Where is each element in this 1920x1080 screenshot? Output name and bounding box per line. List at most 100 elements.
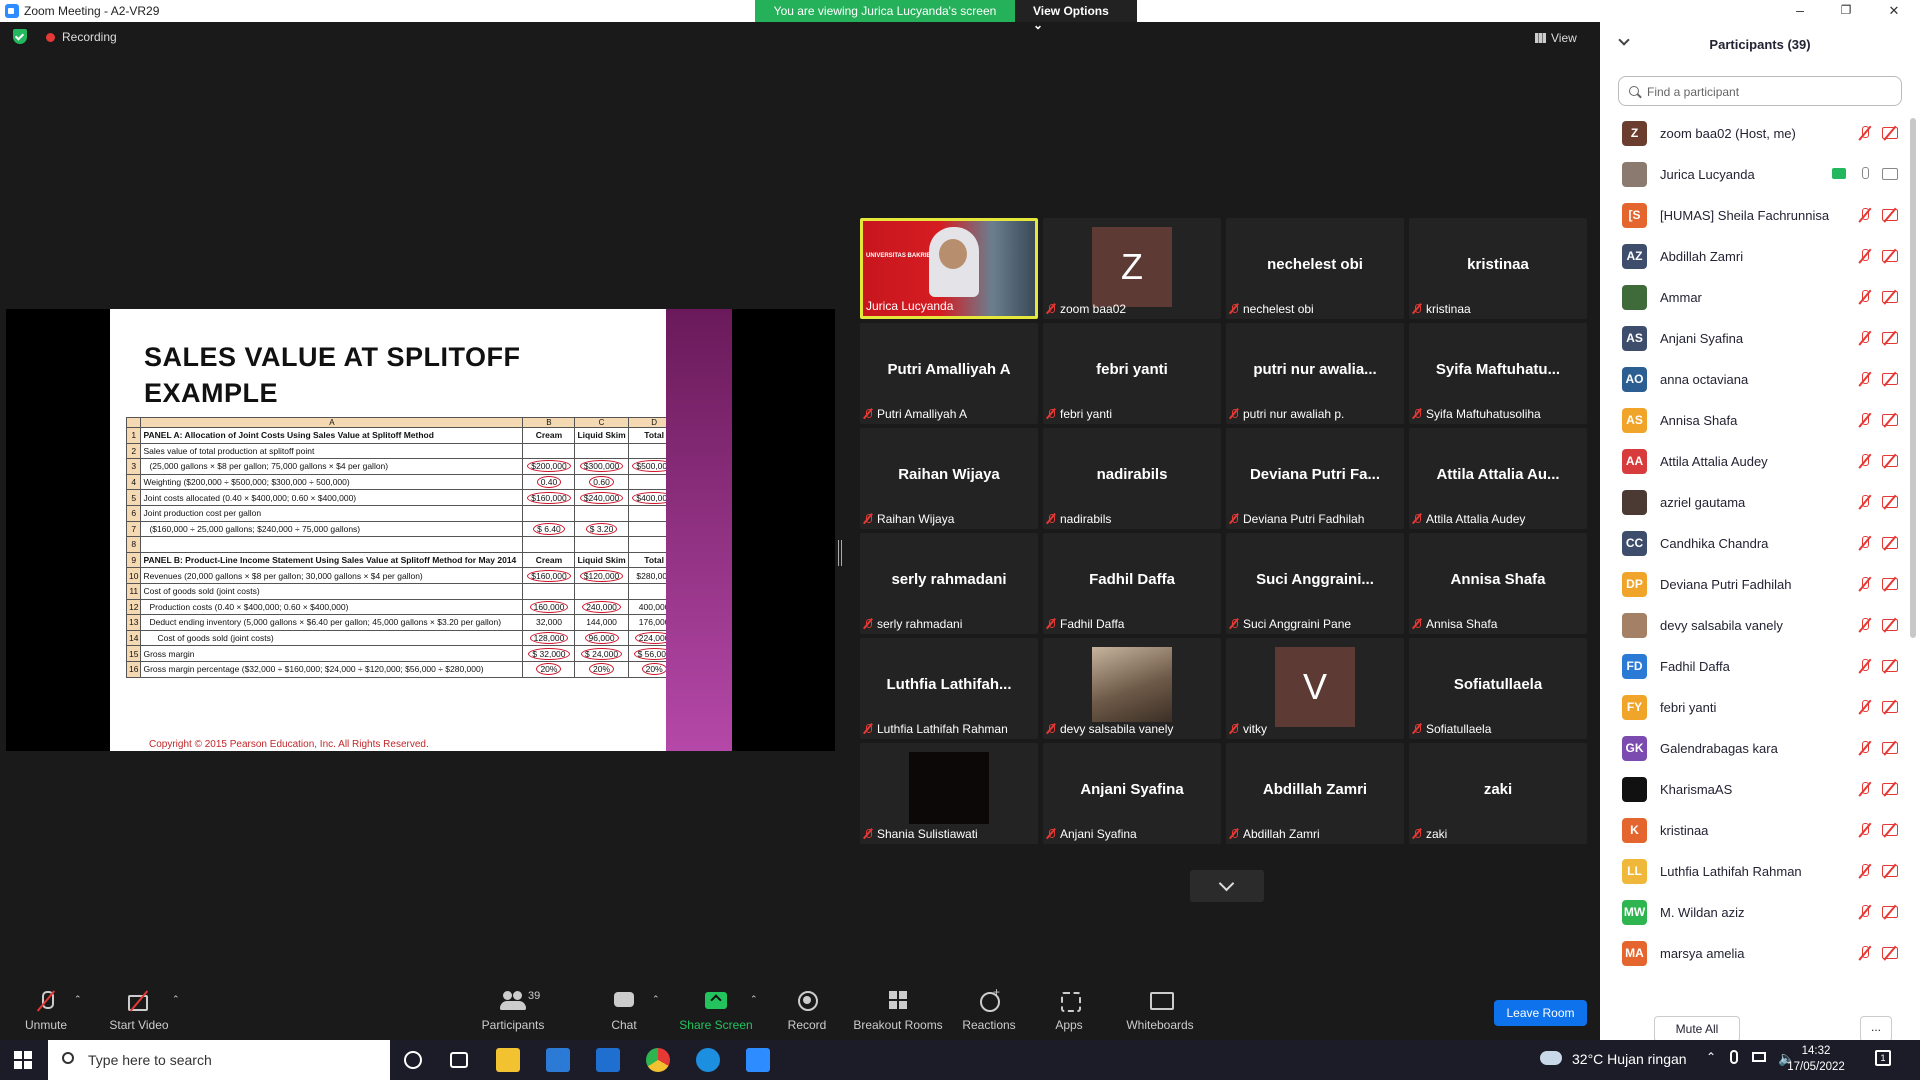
video-tile[interactable]: putri nur awalia... putri nur awaliah p. [1226, 323, 1404, 424]
video-tile[interactable]: serly rahmadani serly rahmadani [860, 533, 1038, 634]
teamviewer-icon[interactable] [696, 1048, 720, 1072]
camera-off-icon[interactable] [1882, 332, 1898, 344]
start-video-button[interactable]: Start Video [106, 990, 172, 1032]
participant-row[interactable]: CC Candhika Chandra [1600, 523, 1910, 564]
mic-muted-icon[interactable] [1858, 536, 1872, 550]
video-tile[interactable]: devy salsabila vanely [1043, 638, 1221, 739]
participant-row[interactable]: GK Galendrabagas kara [1600, 728, 1910, 769]
video-tile[interactable]: Deviana Putri Fa... Deviana Putri Fadhila… [1226, 428, 1404, 529]
file-explorer-icon[interactable] [496, 1048, 520, 1072]
mic-muted-icon[interactable] [1858, 823, 1872, 837]
mic-muted-icon[interactable] [1858, 413, 1872, 427]
camera-off-icon[interactable] [1882, 947, 1898, 959]
camera-off-icon[interactable] [1882, 783, 1898, 795]
taskbar-clock[interactable]: 14:32 17/05/2022 [1780, 1043, 1852, 1075]
mic-muted-icon[interactable] [1858, 331, 1872, 345]
participant-row[interactable]: MA marsya amelia [1600, 933, 1910, 974]
video-options-caret[interactable]: ⌃ [172, 994, 180, 1005]
next-page-button[interactable] [1190, 870, 1264, 902]
participant-row[interactable]: FD Fadhil Daffa [1600, 646, 1910, 687]
network-icon[interactable] [1752, 1052, 1766, 1062]
video-tile[interactable]: Raihan Wijaya Raihan Wijaya [860, 428, 1038, 529]
participant-row[interactable]: KharismaAS [1600, 769, 1910, 810]
weather-text[interactable]: 32°C Hujan ringan [1572, 1051, 1687, 1067]
camera-off-icon[interactable] [1882, 865, 1898, 877]
mic-muted-icon[interactable] [1858, 249, 1872, 263]
chat-button[interactable]: Chat [604, 990, 644, 1032]
mic-muted-icon[interactable] [1858, 700, 1872, 714]
video-tile[interactable]: zaki zaki [1409, 743, 1587, 844]
record-button[interactable]: Record [784, 990, 830, 1032]
participant-row[interactable]: AZ Abdillah Zamri [1600, 236, 1910, 277]
camera-off-icon[interactable] [1882, 537, 1898, 549]
video-tile[interactable]: Putri Amalliyah A Putri Amalliyah A [860, 323, 1038, 424]
camera-off-icon[interactable] [1882, 824, 1898, 836]
cortana-icon[interactable] [404, 1051, 422, 1069]
maximize-button[interactable]: ❐ [1836, 3, 1856, 17]
video-tile[interactable]: Annisa Shafa Annisa Shafa [1409, 533, 1587, 634]
video-tile[interactable]: Sofiatullaela Sofiatullaela [1409, 638, 1587, 739]
video-tile[interactable]: nadirabils nadirabils [1043, 428, 1221, 529]
video-tile[interactable]: kristinaa kristinaa [1409, 218, 1587, 319]
chat-options-caret[interactable]: ⌃ [652, 994, 660, 1005]
close-button[interactable]: ✕ [1884, 3, 1904, 19]
mic-muted-icon[interactable] [1858, 577, 1872, 591]
participants-button[interactable]: 39 Participants [478, 990, 548, 1032]
participant-row[interactable]: AS Annisa Shafa [1600, 400, 1910, 441]
encryption-shield-icon[interactable] [13, 29, 27, 44]
camera-off-icon[interactable] [1882, 250, 1898, 262]
participant-row[interactable]: MW M. Wildan aziz [1600, 892, 1910, 933]
video-tile[interactable]: UNIVERSITAS BAKRIE Jurica Lucyanda [860, 218, 1038, 319]
camera-off-icon[interactable] [1882, 578, 1898, 590]
camera-off-icon[interactable] [1882, 701, 1898, 713]
mic-muted-icon[interactable] [1858, 290, 1872, 304]
camera-off-icon[interactable] [1882, 414, 1898, 426]
reactions-button[interactable]: Reactions [962, 985, 1016, 1032]
video-tile[interactable]: Shania Sulistiawati [860, 743, 1038, 844]
breakout-rooms-button[interactable]: Breakout Rooms [852, 990, 944, 1032]
video-tile[interactable]: Anjani Syafina Anjani Syafina [1043, 743, 1221, 844]
mic-muted-icon[interactable] [1858, 454, 1872, 468]
view-options-button[interactable]: View Options ⌄ [1015, 0, 1137, 32]
camera-off-icon[interactable] [1882, 742, 1898, 754]
participant-row[interactable]: FY febri yanti [1600, 687, 1910, 728]
mic-muted-icon[interactable] [1858, 659, 1872, 673]
participant-row[interactable]: AA Attila Attalia Audey [1600, 441, 1910, 482]
task-view-icon[interactable] [450, 1052, 468, 1068]
participant-row[interactable]: AS Anjani Syafina [1600, 318, 1910, 359]
recording-label[interactable]: Recording [62, 30, 117, 44]
chrome-icon[interactable] [646, 1048, 670, 1072]
camera-off-icon[interactable] [1882, 127, 1898, 139]
participant-list-scrollbar[interactable] [1910, 118, 1916, 638]
mic-muted-icon[interactable] [1858, 495, 1872, 509]
mic-muted-icon[interactable] [1858, 946, 1872, 960]
unmute-button[interactable]: Unmute [18, 990, 74, 1032]
leave-room-button[interactable]: Leave Room [1494, 1000, 1587, 1026]
more-options-button[interactable]: ... [1860, 1016, 1892, 1042]
video-tile[interactable]: Zzoom baa02 [1043, 218, 1221, 319]
participant-row[interactable]: LL Luthfia Lathifah Rahman [1600, 851, 1910, 892]
apps-button[interactable]: Apps [1052, 990, 1086, 1032]
camera-icon[interactable] [1882, 168, 1898, 180]
camera-off-icon[interactable] [1882, 496, 1898, 508]
video-tile[interactable]: Suci Anggraini... Suci Anggraini Pane [1226, 533, 1404, 634]
participant-row[interactable]: azriel gautama [1600, 482, 1910, 523]
split-view-handle[interactable] [838, 540, 842, 566]
camera-off-icon[interactable] [1882, 291, 1898, 303]
participant-row[interactable]: devy salsabila vanely [1600, 605, 1910, 646]
mute-all-button[interactable]: Mute All [1654, 1016, 1740, 1042]
participant-row[interactable]: AO anna octaviana [1600, 359, 1910, 400]
find-participant-input[interactable]: Find a participant [1618, 76, 1902, 106]
participant-row[interactable]: [S [HUMAS] Sheila Fachrunnisa [1600, 195, 1910, 236]
participant-row[interactable]: Zzoom baa02 (Host, me) [1600, 113, 1910, 154]
mic-muted-icon[interactable] [1858, 126, 1872, 140]
camera-off-icon[interactable] [1882, 209, 1898, 221]
view-button[interactable]: View [1535, 31, 1577, 45]
video-tile[interactable]: Fadhil Daffa Fadhil Daffa [1043, 533, 1221, 634]
share-screen-button[interactable]: Share Screen [678, 990, 754, 1032]
camera-off-icon[interactable] [1882, 906, 1898, 918]
mic-muted-icon[interactable] [1858, 618, 1872, 632]
video-tile[interactable]: Vvitky [1226, 638, 1404, 739]
video-tile[interactable]: nechelest obi nechelest obi [1226, 218, 1404, 319]
participant-row[interactable]: DP Deviana Putri Fadhilah [1600, 564, 1910, 605]
